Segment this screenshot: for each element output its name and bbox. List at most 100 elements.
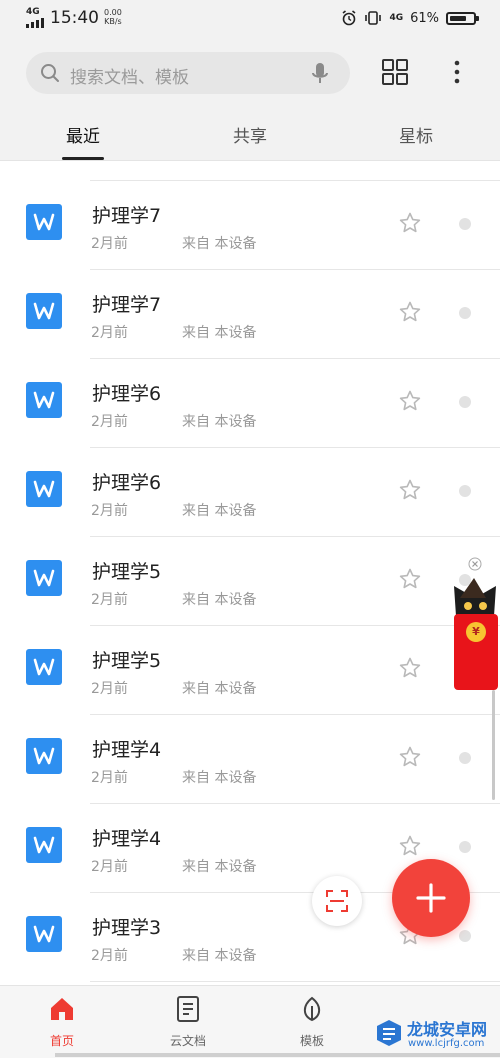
file-time: 2月前: [91, 236, 128, 252]
star-icon[interactable]: [398, 834, 422, 858]
red-envelope-promo[interactable]: ¥: [448, 556, 500, 692]
nav-templates[interactable]: 模板: [262, 986, 362, 1058]
file-time: 2月前: [91, 770, 128, 786]
file-source: 来自 本设备: [182, 592, 257, 608]
watermark-logo-icon: [377, 1020, 401, 1046]
network-speed-unit: KB/s: [104, 17, 122, 26]
file-source: 来自 本设备: [182, 948, 257, 964]
cloud-doc-icon: [177, 996, 199, 1022]
word-doc-icon: [26, 649, 62, 685]
tab-shared[interactable]: 共享: [233, 122, 267, 147]
network-type: 4G: [26, 7, 40, 17]
row-divider: [90, 981, 500, 982]
signal-indicator: 4G: [26, 8, 44, 28]
file-row[interactable]: 护理学5 2月前 来自 本设备: [0, 537, 500, 626]
more-options-dot[interactable]: [459, 218, 471, 230]
microphone-icon[interactable]: [310, 62, 330, 86]
file-row[interactable]: 护理学5 2月前 来自 本设备: [0, 626, 500, 715]
file-title: 护理学7: [92, 205, 162, 227]
word-doc-icon: [26, 471, 62, 507]
star-icon[interactable]: [398, 389, 422, 413]
network-type-right: 4G: [389, 13, 404, 23]
star-icon[interactable]: [398, 656, 422, 680]
signal-bars-icon: [26, 18, 44, 28]
battery-icon: [446, 11, 479, 25]
word-doc-icon: [26, 382, 62, 418]
network-speed: 0.00 KB/s: [104, 8, 122, 26]
file-time: 2月前: [91, 948, 128, 964]
nav-templates-label: 模板: [299, 1034, 324, 1048]
watermark-url: www.lcjrfg.com: [408, 1038, 485, 1049]
file-time: 2月前: [91, 592, 128, 608]
star-icon[interactable]: [398, 300, 422, 324]
tab-bar: 最近 共享 星标: [0, 116, 500, 160]
file-title: 护理学3: [92, 917, 162, 939]
more-options-dot[interactable]: [459, 307, 471, 319]
file-row[interactable]: 护理学7 2月前 来自 本设备: [0, 270, 500, 359]
file-time: 2月前: [91, 325, 128, 341]
scan-icon: [326, 890, 348, 912]
more-options-dot[interactable]: [459, 752, 471, 764]
file-source: 来自 本设备: [182, 770, 257, 786]
search-icon: [41, 64, 59, 82]
file-title: 护理学4: [92, 828, 162, 850]
clock: 15:40: [50, 8, 99, 28]
status-left: 4G 15:40 0.00 KB/s: [26, 8, 122, 28]
alarm-icon: [342, 10, 356, 26]
status-bar: 4G 15:40 0.00 KB/s 4G 61%: [0, 0, 500, 40]
word-doc-icon: [26, 827, 62, 863]
battery-percent: 61%: [410, 10, 439, 26]
app-header: 搜索文档、模板 最近 共享 星标: [0, 40, 500, 160]
file-time: 2月前: [91, 859, 128, 875]
coin-icon: ¥: [466, 622, 486, 642]
watermark: 龙城安卓网 www.lcjrfg.com: [374, 1014, 500, 1054]
file-source: 来自 本设备: [182, 325, 257, 341]
more-options-dot[interactable]: [459, 841, 471, 853]
close-icon[interactable]: [468, 557, 482, 571]
file-time: 2月前: [91, 503, 128, 519]
file-row[interactable]: 护理学4 2月前 来自 本设备: [0, 715, 500, 804]
word-doc-icon: [26, 738, 62, 774]
network-speed-value: 0.00: [104, 8, 122, 17]
file-row[interactable]: 护理学6 2月前 来自 本设备: [0, 359, 500, 448]
more-options-dot[interactable]: [459, 396, 471, 408]
file-source: 来自 本设备: [182, 503, 257, 519]
nav-home[interactable]: 首页: [12, 986, 112, 1058]
home-icon: [51, 998, 73, 1020]
red-envelope[interactable]: ¥: [454, 614, 498, 690]
file-time: 2月前: [91, 681, 128, 697]
star-icon[interactable]: [398, 211, 422, 235]
star-icon[interactable]: [398, 567, 422, 591]
nav-home-label: 首页: [49, 1034, 74, 1048]
file-source: 来自 本设备: [182, 236, 257, 252]
search-bar[interactable]: 搜索文档、模板: [26, 52, 350, 94]
nav-cloud-docs[interactable]: 云文档: [138, 986, 238, 1058]
header-divider: [0, 160, 500, 161]
search-input[interactable]: 搜索文档、模板: [70, 63, 189, 88]
new-document-button[interactable]: [392, 859, 470, 937]
tab-recent[interactable]: 最近: [66, 122, 100, 147]
nav-cloud-docs-label: 云文档: [169, 1034, 206, 1048]
file-source: 来自 本设备: [182, 681, 257, 697]
more-options-dot[interactable]: [459, 930, 471, 942]
file-source: 来自 本设备: [182, 859, 257, 875]
file-title: 护理学6: [92, 383, 162, 405]
scan-button[interactable]: [312, 876, 362, 926]
tab-starred[interactable]: 星标: [399, 122, 433, 147]
file-row[interactable]: 护理学6 2月前 来自 本设备: [0, 448, 500, 537]
file-row[interactable]: 护理学7 2月前 来自 本设备: [0, 181, 500, 270]
more-icon[interactable]: [447, 58, 467, 86]
file-title: 护理学5: [92, 650, 162, 672]
word-doc-icon: [26, 293, 62, 329]
star-icon[interactable]: [398, 478, 422, 502]
more-options-dot[interactable]: [459, 485, 471, 497]
file-title: 护理学6: [92, 472, 162, 494]
grid-view-icon[interactable]: [381, 58, 409, 86]
star-icon[interactable]: [398, 745, 422, 769]
vibrate-icon: [365, 11, 382, 25]
file-title: 护理学4: [92, 739, 162, 761]
watermark-text: 龙城安卓网: [407, 1020, 488, 1039]
status-right: 4G 61%: [341, 10, 479, 26]
file-source: 来自 本设备: [182, 414, 257, 430]
scrollbar[interactable]: [492, 690, 495, 800]
